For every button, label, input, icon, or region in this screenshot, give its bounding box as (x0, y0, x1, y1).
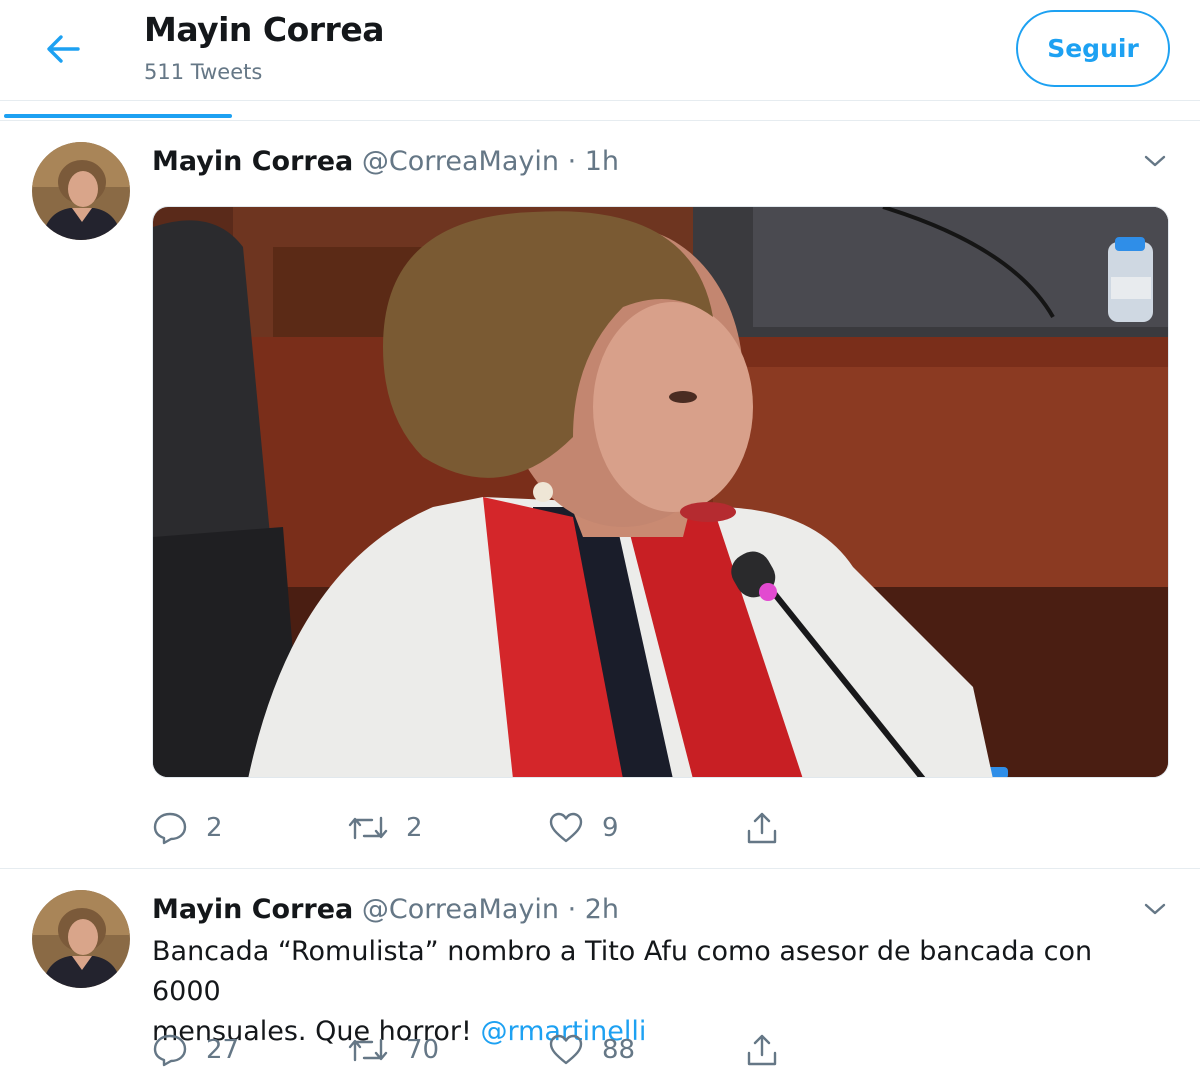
separator-dot: · (567, 894, 577, 925)
author-name[interactable]: Mayin Correa (152, 146, 353, 177)
tweet[interactable]: Mayin Correa @CorreaMayin · 1h 2 2 9 (0, 0, 1200, 870)
retweet-count: 2 (406, 813, 423, 843)
photo-image (153, 207, 1168, 777)
chevron-down-icon (1144, 155, 1166, 167)
author-handle[interactable]: @CorreaMayin (362, 146, 559, 177)
tweet-text-line: Bancada “Romulista” nombro a Tito Afu co… (152, 936, 1093, 1007)
share-icon (747, 812, 777, 844)
tweet-menu-button[interactable] (1140, 894, 1170, 924)
reply-icon (153, 1034, 187, 1067)
separator-dot: · (567, 146, 577, 177)
like-count: 88 (602, 1035, 636, 1065)
share-button[interactable] (746, 1030, 778, 1070)
share-icon (747, 1034, 777, 1066)
avatar-image (32, 142, 130, 240)
share-button[interactable] (746, 808, 778, 848)
retweet-icon (348, 816, 388, 840)
heart-icon (549, 812, 583, 843)
retweet-button[interactable]: 70 (348, 1030, 439, 1070)
chevron-down-icon (1144, 903, 1166, 915)
avatar[interactable] (32, 890, 130, 988)
like-count: 9 (602, 813, 619, 843)
retweet-button[interactable]: 2 (348, 808, 423, 848)
avatar-image (32, 890, 130, 988)
tweet-timestamp[interactable]: 1h (585, 146, 619, 177)
reply-count: 2 (206, 813, 223, 843)
tweet-timestamp[interactable]: 2h (585, 894, 619, 925)
tweet-divider (0, 868, 1200, 869)
tweet[interactable]: Mayin Correa @CorreaMayin · 2h Bancada “… (0, 870, 1200, 1082)
tweet-header: Mayin Correa @CorreaMayin · 1h (152, 146, 619, 177)
tweet-header: Mayin Correa @CorreaMayin · 2h (152, 894, 619, 925)
reply-button[interactable]: 27 (152, 1030, 239, 1070)
reply-button[interactable]: 2 (152, 808, 223, 848)
reply-icon (153, 812, 187, 845)
tweet-menu-button[interactable] (1140, 146, 1170, 176)
retweet-count: 70 (406, 1035, 440, 1065)
author-name[interactable]: Mayin Correa (152, 894, 353, 925)
like-button[interactable]: 9 (548, 808, 619, 848)
like-button[interactable]: 88 (548, 1030, 635, 1070)
tweet-actions: 2 2 9 (152, 808, 852, 848)
author-handle[interactable]: @CorreaMayin (362, 894, 559, 925)
reply-count: 27 (206, 1035, 240, 1065)
retweet-icon (348, 1038, 388, 1062)
tweet-actions: 27 70 88 (152, 1030, 852, 1070)
avatar[interactable] (32, 142, 130, 240)
heart-icon (549, 1034, 583, 1065)
tweet-photo[interactable] (152, 206, 1169, 778)
